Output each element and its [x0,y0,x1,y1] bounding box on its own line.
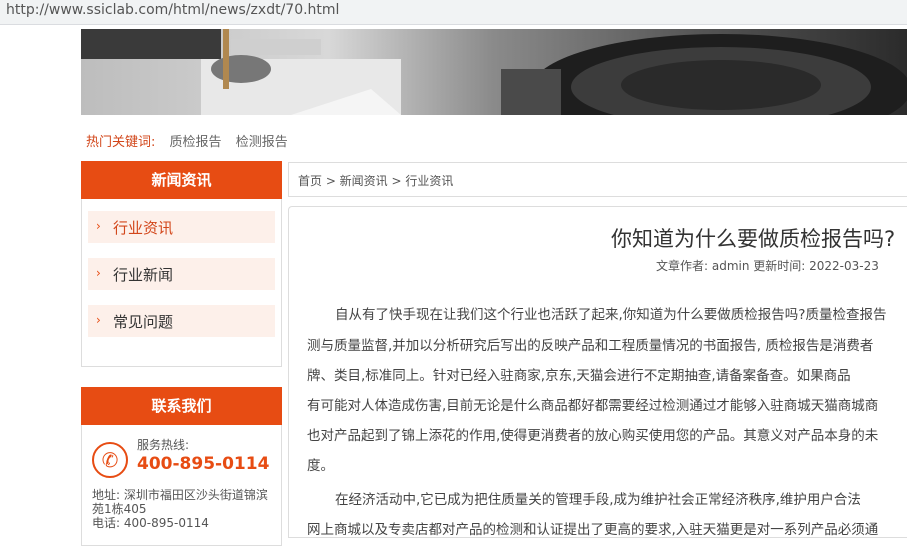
sidebar-item-industry-news[interactable]: › 行业新闻 [88,258,275,290]
keyword-link-test-report[interactable]: 检测报告 [236,135,288,150]
address-bar[interactable]: http://www.ssiclab.com/html/news/zxdt/70… [0,0,907,25]
paragraph-line: 测与质量监督,并加以分析研究后写出的反映产品和工程质量情况的书面报告, 质检报告… [307,338,874,354]
keyword-link-quality-report[interactable]: 质检报告 [170,135,222,150]
hot-keywords-label: 热门关键词: [86,135,156,150]
phone-line: 电话: 400-895-0114 [92,516,209,530]
hotline-label: 服务热线: [137,438,190,452]
sidebar-item-label: 行业新闻 [113,266,174,284]
sidebar-item-faq[interactable]: › 常见问题 [88,305,275,337]
sidebar-item-label: 行业资讯 [113,219,174,237]
breadcrumb-text[interactable]: 首页 > 新闻资讯 > 行业资讯 [298,172,453,189]
breadcrumb: 首页 > 新闻资讯 > 行业资讯 [288,162,907,197]
article-title: 你知道为什么要做质检报告吗? [611,227,896,251]
chevron-right-icon: › [96,266,101,280]
article-meta: 文章作者: admin 更新时间: 2022-03-23 [656,259,879,273]
contact-section-title: 联系我们 [81,387,282,425]
sidebar-item-label: 常见问题 [113,313,174,331]
chevron-right-icon: › [96,313,101,327]
sidebar-item-industry-info[interactable]: › 行业资讯 [88,211,275,243]
paragraph-line: 网上商城以及专卖店都对产品的检测和认证提出了更高的要求,入驻天猫更是对一系列产品… [307,522,879,538]
paragraph-line: 牌、类目,标准同上。针对已经入驻商家,京东,天猫会进行不定期抽查,请备案备查。如… [307,368,851,384]
paragraph-line: 有可能对人体造成伤害,目前无论是什么商品都好都需要经过检测通过才能够入驻商城天猫… [307,398,879,414]
chevron-right-icon: › [96,219,101,233]
paragraph-line: 度。 [307,458,334,474]
news-section-title: 新闻资讯 [81,161,282,199]
phone-icon: ✆ [92,442,128,478]
news-category-list: › 行业资讯 › 行业新闻 › 常见问题 [81,199,282,367]
banner-image [81,29,907,115]
paragraph-line: 在经济活动中,它已成为把住质量关的管理手段,成为维护社会正常经济秩序,维护用户合… [335,492,861,508]
paragraph-line: 自从有了快手现在让我们这个行业也活跃了起来,你知道为什么要做质检报告吗?质量检查… [335,307,887,323]
article-panel: 你知道为什么要做质检报告吗? 文章作者: admin 更新时间: 2022-03… [288,206,907,538]
url-text[interactable]: http://www.ssiclab.com/html/news/zxdt/70… [6,2,339,18]
paragraph-line: 也对产品起到了锦上添花的作用,使得更消费者的放心购买使用您的产品。其意义对产品本… [307,428,879,444]
hotline-number: 400-895-0114 [137,454,270,474]
hot-keywords: 热门关键词: 质检报告 检测报告 [86,131,288,150]
